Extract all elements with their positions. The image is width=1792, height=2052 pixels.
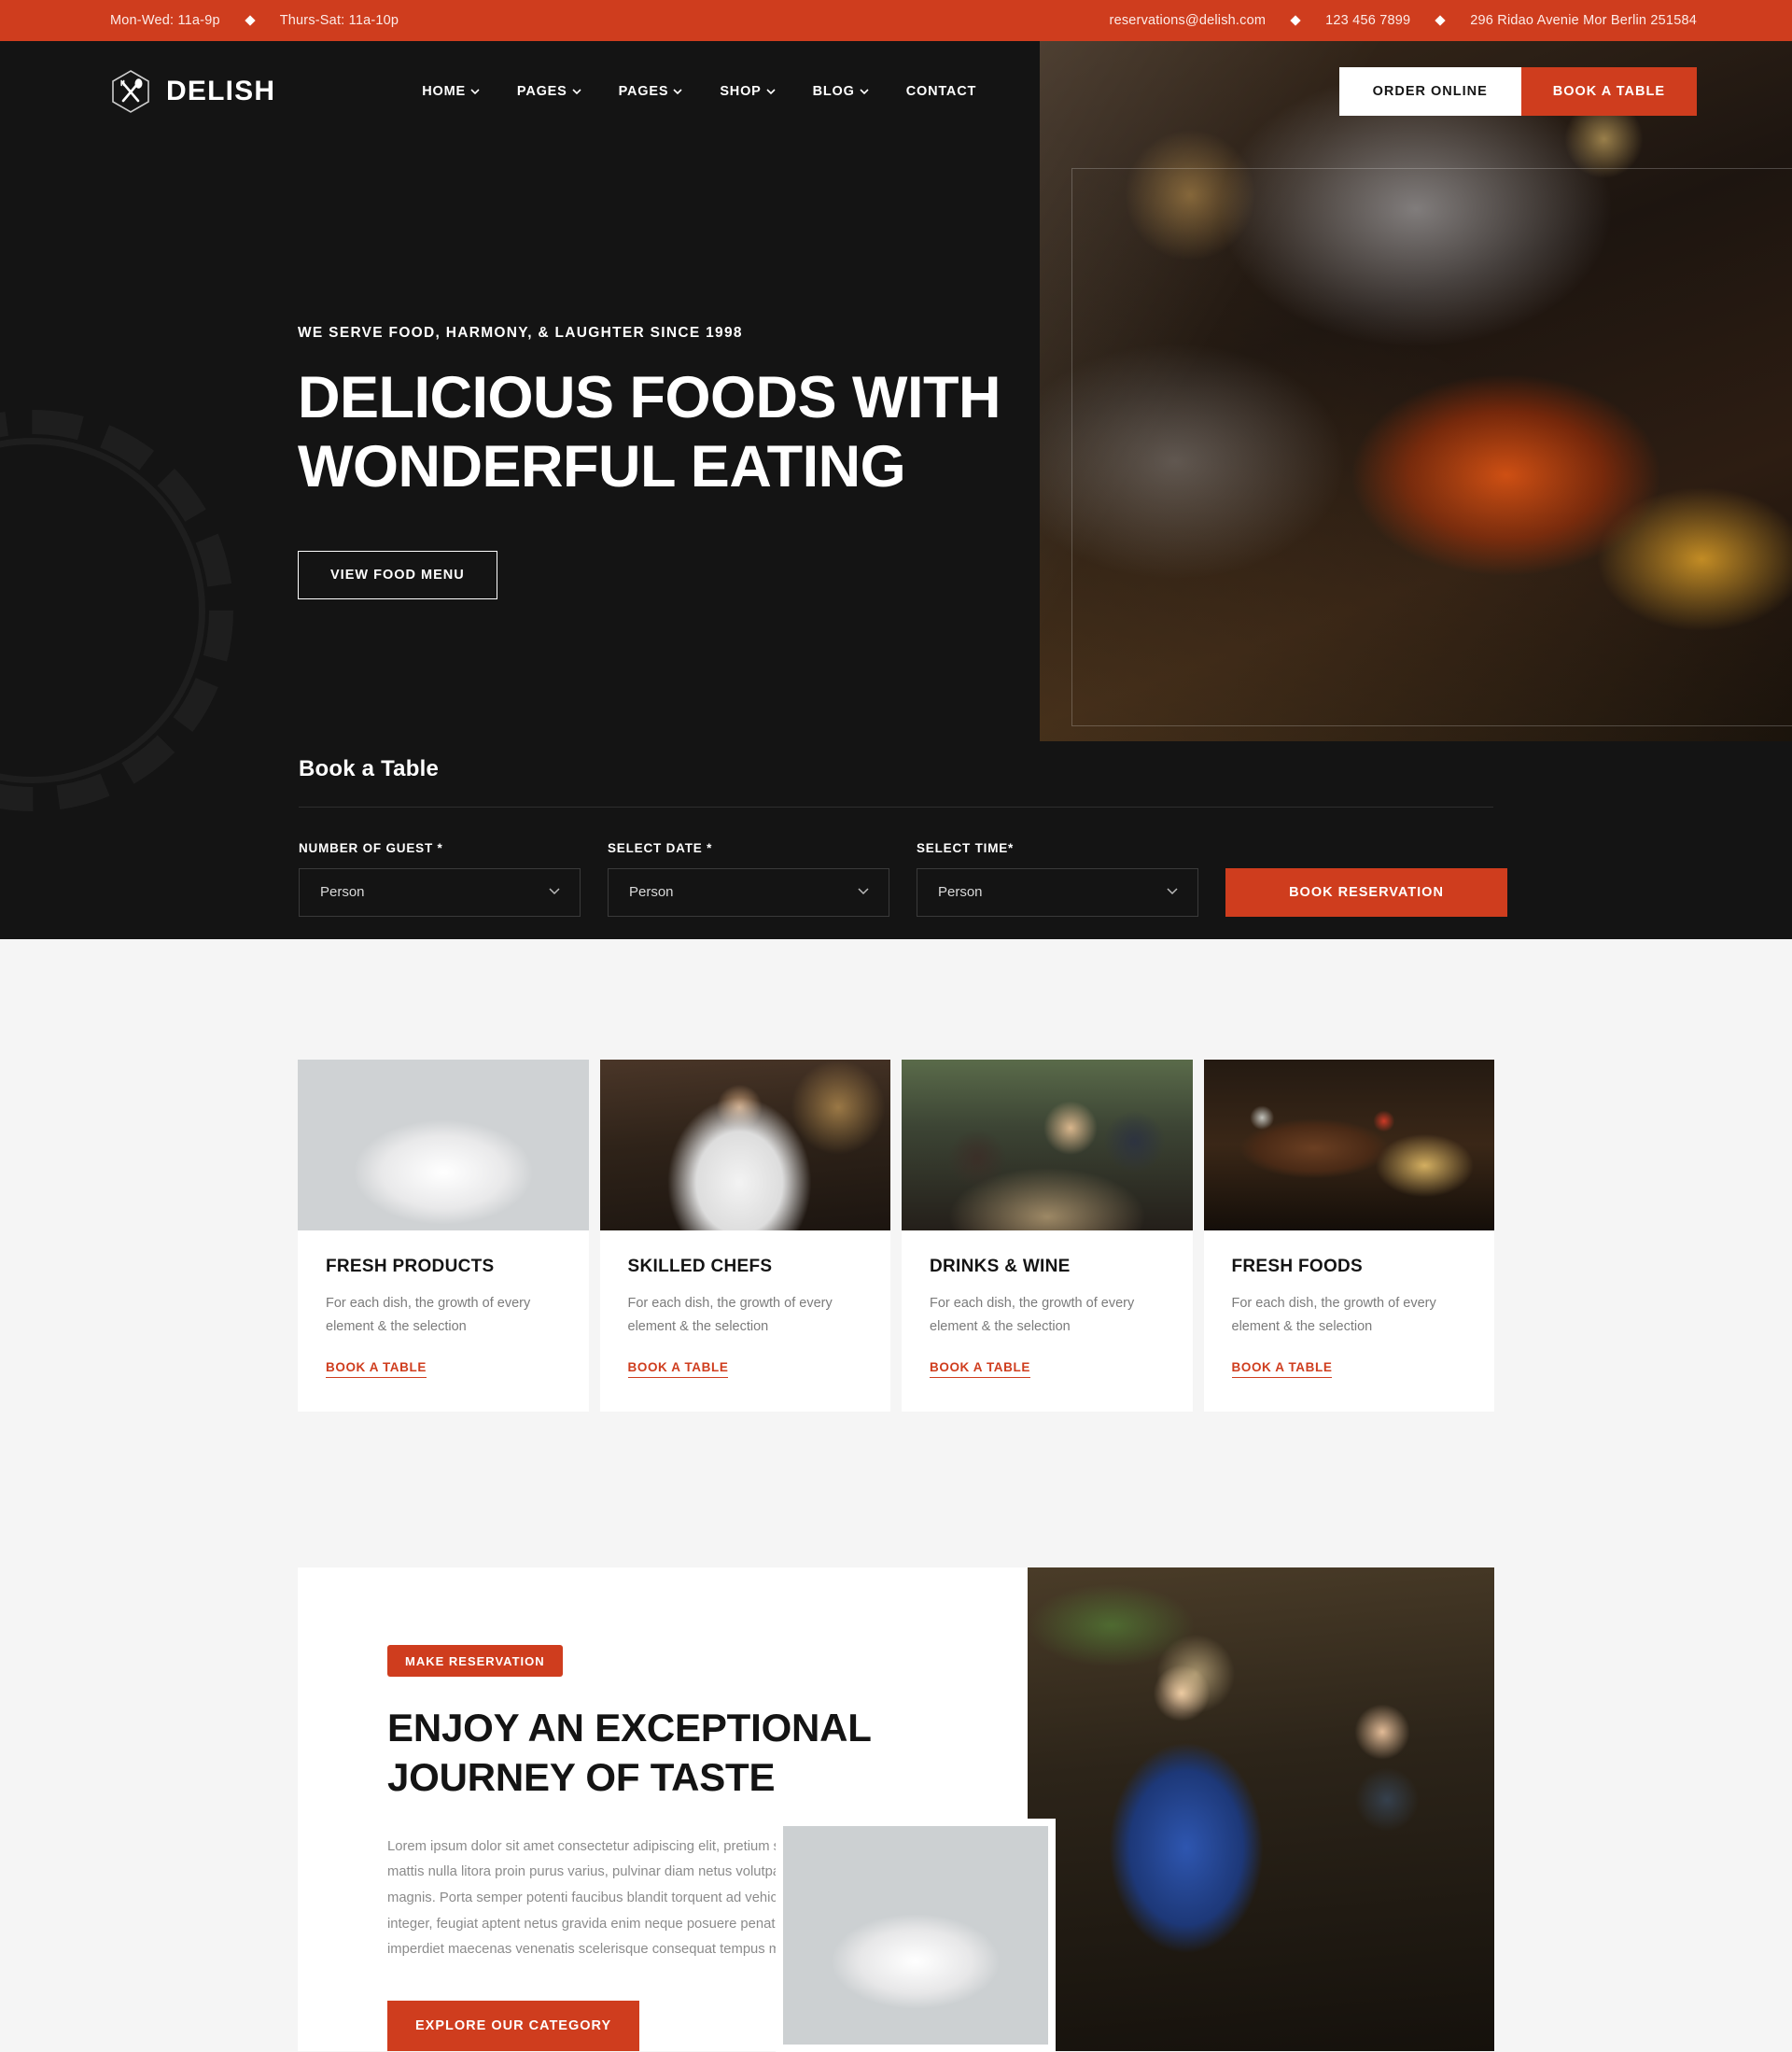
field-label: NUMBER OF GUEST * (299, 840, 443, 855)
nav-item-label: SHOP (720, 84, 762, 99)
feature-card-image (599, 1060, 890, 1230)
top-info-bar: Mon-Wed: 11a-9p Thurs-Sat: 11a-10p reser… (0, 0, 1792, 41)
feature-card-text: For each dish, the growth of every eleme… (930, 1296, 1135, 1334)
make-reservation-badge[interactable]: MAKE RESERVATION (387, 1644, 563, 1677)
topbar-contact-group: reservations@delish.com 123 456 7899 296… (1110, 13, 1697, 28)
feature-card-book-link[interactable]: BOOK A TABLE (1231, 1360, 1333, 1378)
diamond-separator-icon (1435, 15, 1446, 26)
field-select-date: SELECT DATE * Person (608, 841, 889, 917)
feature-card-image (1203, 1060, 1494, 1230)
hours-weekday: Mon-Wed: 11a-9p (110, 13, 220, 28)
about-waitress-photo (1028, 1567, 1494, 2051)
field-number-of-guest: NUMBER OF GUEST * Person (299, 841, 581, 917)
topbar-hours-group: Mon-Wed: 11a-9p Thurs-Sat: 11a-10p (110, 13, 399, 28)
chevron-down-icon (1166, 884, 1179, 901)
date-select[interactable]: Person (608, 867, 889, 917)
feature-card: FRESH FOODS For each dish, the growth of… (1203, 1060, 1495, 1412)
nav-item-blog[interactable]: BLOG (794, 84, 888, 99)
feature-card-title: SKILLED CHEFS (627, 1257, 773, 1276)
about-image-panel (776, 1567, 1494, 2052)
hero-title-line-1: DELICIOUS FOODS WITH (298, 365, 1001, 430)
chevron-down-icon (548, 884, 561, 901)
chevron-down-icon (673, 87, 682, 96)
guest-count-select[interactable]: Person (299, 867, 581, 917)
feature-card-body: DRINKS & WINE For each dish, the growth … (902, 1230, 1193, 1412)
field-label: SELECT TIME* (917, 840, 1015, 855)
contact-address: 296 Ridao Avenie Mor Berlin 251584 (1470, 13, 1697, 28)
nav-item-label: PAGES (516, 84, 567, 99)
contact-email[interactable]: reservations@delish.com (1110, 13, 1267, 28)
chevron-down-icon (766, 87, 776, 96)
features-section: FRESH PRODUCTS For each dish, the growth… (0, 939, 1792, 1412)
feature-card-title: DRINKS & WINE (930, 1257, 1071, 1276)
select-value: Person (320, 884, 365, 901)
hours-weekend: Thurs-Sat: 11a-10p (279, 13, 399, 28)
hero-copy: WE SERVE FOOD, HARMONY, & LAUGHTER SINCE… (0, 142, 1027, 599)
about-inset-dish-photo (776, 1818, 1056, 2052)
book-a-table-heading: Book a Table (299, 756, 1493, 808)
nav-item-home[interactable]: HOME (403, 84, 498, 99)
chevron-down-icon (857, 884, 870, 901)
diamond-separator-icon (245, 15, 256, 26)
hero-section: DELISH HOME PAGES PAGES SHOP BLOG CONTAC… (0, 41, 1792, 939)
feature-card-book-link[interactable]: BOOK A TABLE (627, 1360, 729, 1378)
feature-card-image (298, 1060, 589, 1230)
nav-item-pages-1[interactable]: PAGES (498, 84, 600, 99)
about-title-line-1: ENJOY AN EXCEPTIONAL (387, 1705, 872, 1750)
nav-item-label: BLOG (812, 84, 855, 99)
select-value: Person (629, 884, 674, 901)
nav-menu: HOME PAGES PAGES SHOP BLOG CONTACT (403, 84, 995, 99)
time-select[interactable]: Person (917, 867, 1198, 917)
feature-card-image (902, 1060, 1193, 1230)
about-section: MAKE RESERVATION ENJOY AN EXCEPTIONAL JO… (0, 1411, 1792, 2052)
feature-card: FRESH PRODUCTS For each dish, the growth… (298, 1060, 589, 1412)
feature-card-body: FRESH PRODUCTS For each dish, the growth… (298, 1230, 589, 1412)
feature-card-text: For each dish, the growth of every eleme… (326, 1296, 531, 1334)
feature-card-list: FRESH PRODUCTS For each dish, the growth… (298, 1060, 1494, 1412)
about-inner: MAKE RESERVATION ENJOY AN EXCEPTIONAL JO… (298, 1567, 1494, 2052)
about-title: ENJOY AN EXCEPTIONAL JOURNEY OF TASTE (387, 1703, 873, 1803)
book-a-table-form: Book a Table NUMBER OF GUEST * Person SE… (299, 599, 1507, 917)
nav-item-contact[interactable]: CONTACT (888, 84, 995, 99)
book-a-table-button[interactable]: BOOK A TABLE (1520, 67, 1697, 116)
book-a-table-row: NUMBER OF GUEST * Person SELECT DATE * P… (299, 808, 1507, 917)
nav-item-shop[interactable]: SHOP (701, 84, 793, 99)
feature-card-body: FRESH FOODS For each dish, the growth of… (1204, 1230, 1495, 1412)
chevron-down-icon (572, 87, 581, 96)
feature-card-title: FRESH PRODUCTS (326, 1257, 495, 1276)
book-reservation-button[interactable]: BOOK RESERVATION (1225, 867, 1507, 917)
feature-card-text: For each dish, the growth of every eleme… (1231, 1296, 1436, 1334)
nav-item-label: PAGES (618, 84, 669, 99)
nav-item-label: HOME (422, 84, 466, 99)
page-title: DELICIOUS FOODS WITH WONDERFUL EATING (298, 363, 1007, 502)
main-navigation: DELISH HOME PAGES PAGES SHOP BLOG CONTAC… (0, 41, 1792, 142)
chevron-down-icon (470, 87, 480, 96)
fork-spoon-hexagon-icon (110, 69, 151, 114)
feature-card-text: For each dish, the growth of every eleme… (627, 1296, 833, 1334)
view-food-menu-button[interactable]: VIEW FOOD MENU (298, 550, 497, 599)
about-title-line-2: JOURNEY OF TASTE (387, 1755, 776, 1800)
field-label: SELECT DATE * (608, 840, 713, 855)
chevron-down-icon (860, 87, 869, 96)
field-select-time: SELECT TIME* Person (917, 841, 1198, 917)
feature-card: DRINKS & WINE For each dish, the growth … (902, 1060, 1193, 1412)
feature-card-book-link[interactable]: BOOK A TABLE (930, 1360, 1030, 1378)
nav-item-pages-2[interactable]: PAGES (600, 84, 702, 99)
feature-card-book-link[interactable]: BOOK A TABLE (326, 1360, 427, 1378)
order-online-button[interactable]: ORDER ONLINE (1338, 67, 1521, 116)
nav-action-buttons: ORDER ONLINE BOOK A TABLE (1338, 67, 1697, 116)
diamond-separator-icon (1290, 15, 1301, 26)
brand-name: DELISH (166, 76, 276, 106)
brand-logo[interactable]: DELISH (110, 69, 275, 114)
hero-title-line-2: WONDERFUL EATING (298, 434, 906, 500)
feature-card-body: SKILLED CHEFS For each dish, the growth … (600, 1230, 891, 1412)
explore-our-category-button[interactable]: EXPLORE OUR CATEGORY (387, 2000, 640, 2051)
contact-phone[interactable]: 123 456 7899 (1325, 13, 1410, 28)
select-value: Person (938, 884, 983, 901)
feature-card: SKILLED CHEFS For each dish, the growth … (599, 1060, 891, 1412)
nav-item-label: CONTACT (905, 84, 977, 99)
hero-eyebrow: WE SERVE FOOD, HARMONY, & LAUGHTER SINCE… (298, 325, 743, 341)
feature-card-title: FRESH FOODS (1231, 1257, 1364, 1276)
